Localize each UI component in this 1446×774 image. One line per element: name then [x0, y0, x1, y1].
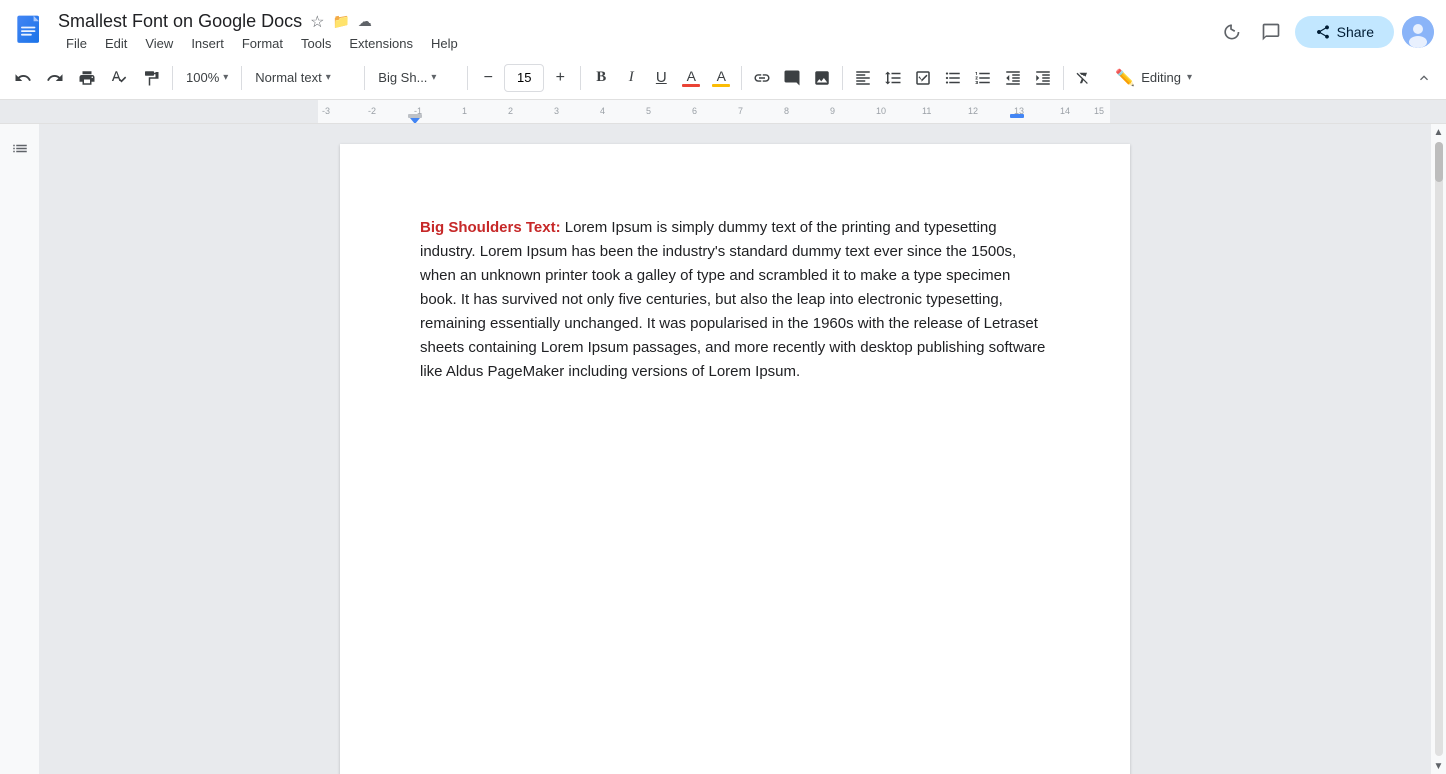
separator-7	[842, 66, 843, 90]
scroll-up-arrow[interactable]: ▲	[1431, 124, 1446, 140]
svg-text:6: 6	[692, 106, 697, 116]
title-actions: Share	[1215, 16, 1434, 48]
separator-2	[241, 66, 242, 90]
font-size-input[interactable]	[504, 64, 544, 92]
menu-help[interactable]: Help	[423, 34, 466, 53]
paragraph-style-select[interactable]: Normal text ▾	[248, 63, 358, 93]
toolbar-expand-button[interactable]	[1410, 64, 1438, 92]
line-spacing-button[interactable]	[879, 64, 907, 92]
clear-format-button[interactable]	[1070, 64, 1098, 92]
body-text: Lorem Ipsum is simply dummy text of the …	[420, 219, 1045, 380]
svg-text:10: 10	[876, 106, 886, 116]
drive-icon[interactable]: 📁	[332, 13, 349, 30]
paint-format-button[interactable]	[136, 62, 166, 94]
share-button[interactable]: Share	[1295, 16, 1394, 48]
editing-label: Editing	[1141, 70, 1181, 85]
link-button[interactable]	[748, 64, 776, 92]
avatar[interactable]	[1402, 16, 1434, 48]
svg-text:-2: -2	[368, 106, 376, 116]
increase-font-button[interactable]: +	[546, 64, 574, 92]
highlight-button[interactable]: A	[707, 64, 735, 92]
numbered-list-button[interactable]	[969, 64, 997, 92]
align-button[interactable]	[849, 64, 877, 92]
separator-4	[467, 66, 468, 90]
left-sidebar	[0, 124, 40, 774]
menu-edit[interactable]: Edit	[97, 34, 135, 53]
indent-decrease-button[interactable]	[999, 64, 1027, 92]
svg-text:9: 9	[830, 106, 835, 116]
menu-insert[interactable]: Insert	[183, 34, 232, 53]
highlighted-text: Big Shoulders Text:	[420, 219, 561, 236]
page-content[interactable]: Big Shoulders Text: Lorem Ipsum is simpl…	[420, 216, 1050, 384]
editing-mode-button[interactable]: ✏️ Editing ▾	[1104, 63, 1203, 93]
undo-button[interactable]	[8, 62, 38, 94]
image-button[interactable]	[808, 64, 836, 92]
svg-text:5: 5	[646, 106, 651, 116]
print-button[interactable]	[72, 62, 102, 94]
separator-3	[364, 66, 365, 90]
menu-tools[interactable]: Tools	[293, 34, 339, 53]
svg-text:7: 7	[738, 106, 743, 116]
main-area: Big Shoulders Text: Lorem Ipsum is simpl…	[0, 124, 1446, 774]
checklist-button[interactable]	[909, 64, 937, 92]
svg-text:4: 4	[600, 106, 605, 116]
pencil-icon: ✏️	[1115, 68, 1135, 88]
svg-text:3: 3	[554, 106, 559, 116]
doc-title-area: Smallest Font on Google Docs ☆ 📁 ☁ File …	[58, 11, 1215, 53]
ruler: -3 -2 -1 1 2 3 4 5 6 7 8 9 10 11 12 13 1…	[0, 100, 1446, 124]
font-chevron: ▾	[431, 72, 436, 83]
menu-bar: File Edit View Insert Format Tools Exten…	[58, 34, 1215, 53]
menu-format[interactable]: Format	[234, 34, 291, 53]
svg-text:1: 1	[462, 106, 467, 116]
redo-button[interactable]	[40, 62, 70, 94]
outline-icon[interactable]	[4, 134, 36, 166]
share-label: Share	[1337, 24, 1374, 40]
svg-text:2: 2	[508, 106, 513, 116]
svg-text:11: 11	[922, 106, 931, 116]
underline-button[interactable]: U	[647, 64, 675, 92]
scroll-thumb[interactable]	[1435, 142, 1443, 182]
menu-extensions[interactable]: Extensions	[341, 34, 421, 53]
menu-view[interactable]: View	[137, 34, 181, 53]
scrollbar[interactable]: ▲ ▼	[1430, 124, 1446, 774]
separator-1	[172, 66, 173, 90]
chat-button[interactable]	[1255, 16, 1287, 48]
toolbar: 100% ▾ Normal text ▾ Big Sh... ▾ − + B I…	[0, 56, 1446, 100]
indent-increase-button[interactable]	[1029, 64, 1057, 92]
star-icon[interactable]: ☆	[310, 12, 324, 32]
svg-text:8: 8	[784, 106, 789, 116]
page-area[interactable]: Big Shoulders Text: Lorem Ipsum is simpl…	[40, 124, 1430, 774]
scroll-down-arrow[interactable]: ▼	[1431, 758, 1446, 774]
font-select[interactable]: Big Sh... ▾	[371, 63, 461, 93]
scroll-track[interactable]	[1435, 142, 1443, 756]
history-button[interactable]	[1215, 16, 1247, 48]
separator-5	[580, 66, 581, 90]
bold-button[interactable]: B	[587, 64, 615, 92]
separator-6	[741, 66, 742, 90]
decrease-font-button[interactable]: −	[474, 64, 502, 92]
document-page[interactable]: Big Shoulders Text: Lorem Ipsum is simpl…	[340, 144, 1130, 774]
doc-icon	[12, 14, 48, 50]
cloud-save-icon[interactable]: ☁	[358, 13, 372, 30]
title-bar: Smallest Font on Google Docs ☆ 📁 ☁ File …	[0, 0, 1446, 56]
zoom-select[interactable]: 100% ▾	[179, 63, 235, 93]
separator-8	[1063, 66, 1064, 90]
spellcheck-button[interactable]	[104, 62, 134, 94]
svg-text:14: 14	[1060, 106, 1070, 116]
zoom-chevron: ▾	[223, 72, 228, 83]
style-chevron: ▾	[326, 72, 331, 83]
menu-file[interactable]: File	[58, 34, 95, 53]
bulleted-list-button[interactable]	[939, 64, 967, 92]
italic-button[interactable]: I	[617, 64, 645, 92]
doc-title[interactable]: Smallest Font on Google Docs	[58, 11, 302, 32]
text-color-button[interactable]: A	[677, 64, 705, 92]
svg-text:12: 12	[968, 106, 978, 116]
svg-text:-3: -3	[322, 106, 330, 116]
comment-button[interactable]	[778, 64, 806, 92]
editing-chevron: ▾	[1187, 72, 1192, 83]
svg-text:15: 15	[1094, 106, 1104, 116]
